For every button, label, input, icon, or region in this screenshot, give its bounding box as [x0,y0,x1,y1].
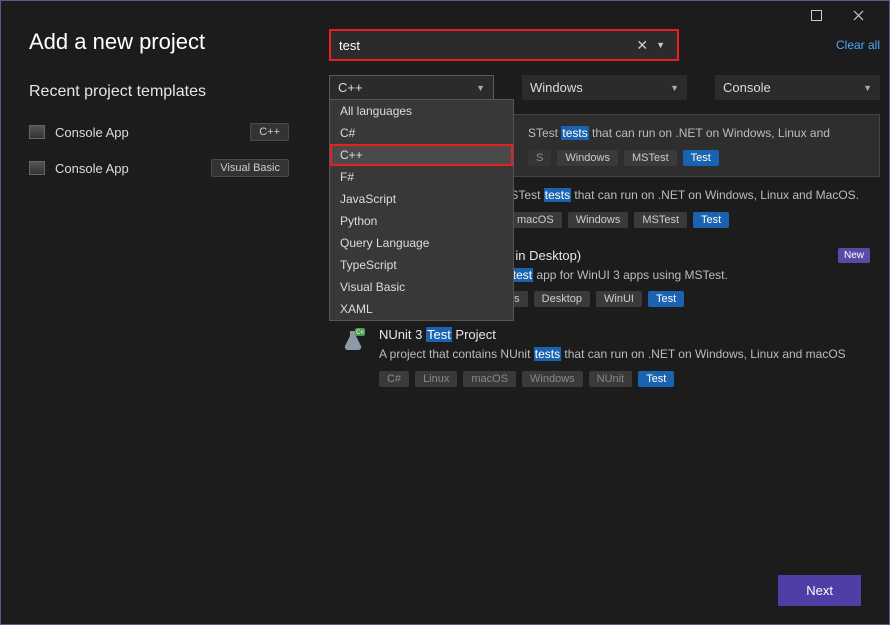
chevron-down-icon: ▼ [670,83,679,93]
tag: macOS [463,371,516,387]
right-panel: ✕ ▼ Clear all C++ ▼ All languages C# C++… [329,29,880,397]
chevron-down-icon: ▼ [476,83,485,93]
svg-text:C#: C# [356,330,364,336]
search-box[interactable]: ✕ ▼ [329,29,679,61]
tag: Test [693,212,729,228]
close-button[interactable] [853,10,881,21]
tag: Windows [557,150,618,166]
tag: Linux [415,371,457,387]
search-dropdown-icon[interactable]: ▼ [652,40,669,50]
search-row: ✕ ▼ Clear all [329,29,880,61]
platform-selected: Windows [530,80,583,95]
footer: Next [778,575,861,606]
tag: MSTest [624,150,677,166]
dropdown-item[interactable]: Query Language [330,232,513,254]
dropdown-item[interactable]: C# [330,122,513,144]
recent-item-name: Console App [55,161,201,176]
tag: NUnit [589,371,633,387]
dropdown-item[interactable]: TypeScript [330,254,513,276]
left-panel: Add a new project Recent project templat… [29,29,289,397]
tag: Windows [568,212,629,228]
template-item[interactable]: STest tests that can run on .NET on Wind… [509,114,880,177]
tag: Windows [522,371,583,387]
language-dropdown[interactable]: C++ ▼ All languages C# C++ F# JavaScript… [329,75,494,100]
tag: macOS [509,212,562,228]
flask-icon: C# [339,327,367,355]
platform-dropdown[interactable]: Windows ▼ [522,75,687,100]
console-icon [29,125,45,139]
recent-item[interactable]: Console App C++ [29,123,289,141]
restore-button[interactable] [811,10,839,21]
tag: Test [648,291,684,307]
tag: MSTest [634,212,687,228]
language-selected: C++ [338,80,363,95]
close-icon [853,10,864,21]
template-tags: C# Linux macOS Windows NUnit Test [379,371,870,387]
dropdown-item[interactable]: XAML [330,298,513,320]
titlebar [1,1,889,29]
tag: Test [683,150,719,166]
tag: Test [638,371,674,387]
recent-item-name: Console App [55,125,240,140]
dropdown-item[interactable]: Visual Basic [330,276,513,298]
recent-item[interactable]: Console App Visual Basic [29,159,289,177]
search-input[interactable] [339,38,632,53]
page-title: Add a new project [29,29,289,55]
filter-row: C++ ▼ All languages C# C++ F# JavaScript… [329,75,880,100]
dropdown-item-selected[interactable]: C++ [330,144,513,166]
template-name: NUnit 3 Test Project [379,327,870,342]
next-button[interactable]: Next [778,575,861,606]
template-description: A project that contains NUnit tests that… [379,346,870,363]
chevron-down-icon: ▼ [863,83,872,93]
language-pill: Visual Basic [211,159,289,177]
new-badge: New [838,248,870,263]
clear-search-icon[interactable]: ✕ [632,37,652,54]
template-description: STest tests that can run on .NET on Wind… [528,125,869,142]
dropdown-item[interactable]: Python [330,210,513,232]
recent-heading: Recent project templates [29,83,289,101]
console-icon [29,161,45,175]
dropdown-item[interactable]: F# [330,166,513,188]
template-item[interactable]: C# NUnit 3 Test Project A project that c… [329,317,880,397]
dropdown-item[interactable]: All languages [330,100,513,122]
language-dropdown-list: All languages C# C++ F# JavaScript Pytho… [329,99,514,321]
project-type-selected: Console [723,80,771,95]
clear-all-link[interactable]: Clear all [836,38,880,52]
restore-icon [811,10,822,21]
tag: WinUI [596,291,642,307]
project-type-dropdown[interactable]: Console ▼ [715,75,880,100]
tag: S [528,150,551,166]
template-tags: S Windows MSTest Test [528,150,869,166]
language-pill: C++ [250,123,289,141]
tag: C# [379,371,409,387]
tag: Desktop [534,291,590,307]
dropdown-item[interactable]: JavaScript [330,188,513,210]
